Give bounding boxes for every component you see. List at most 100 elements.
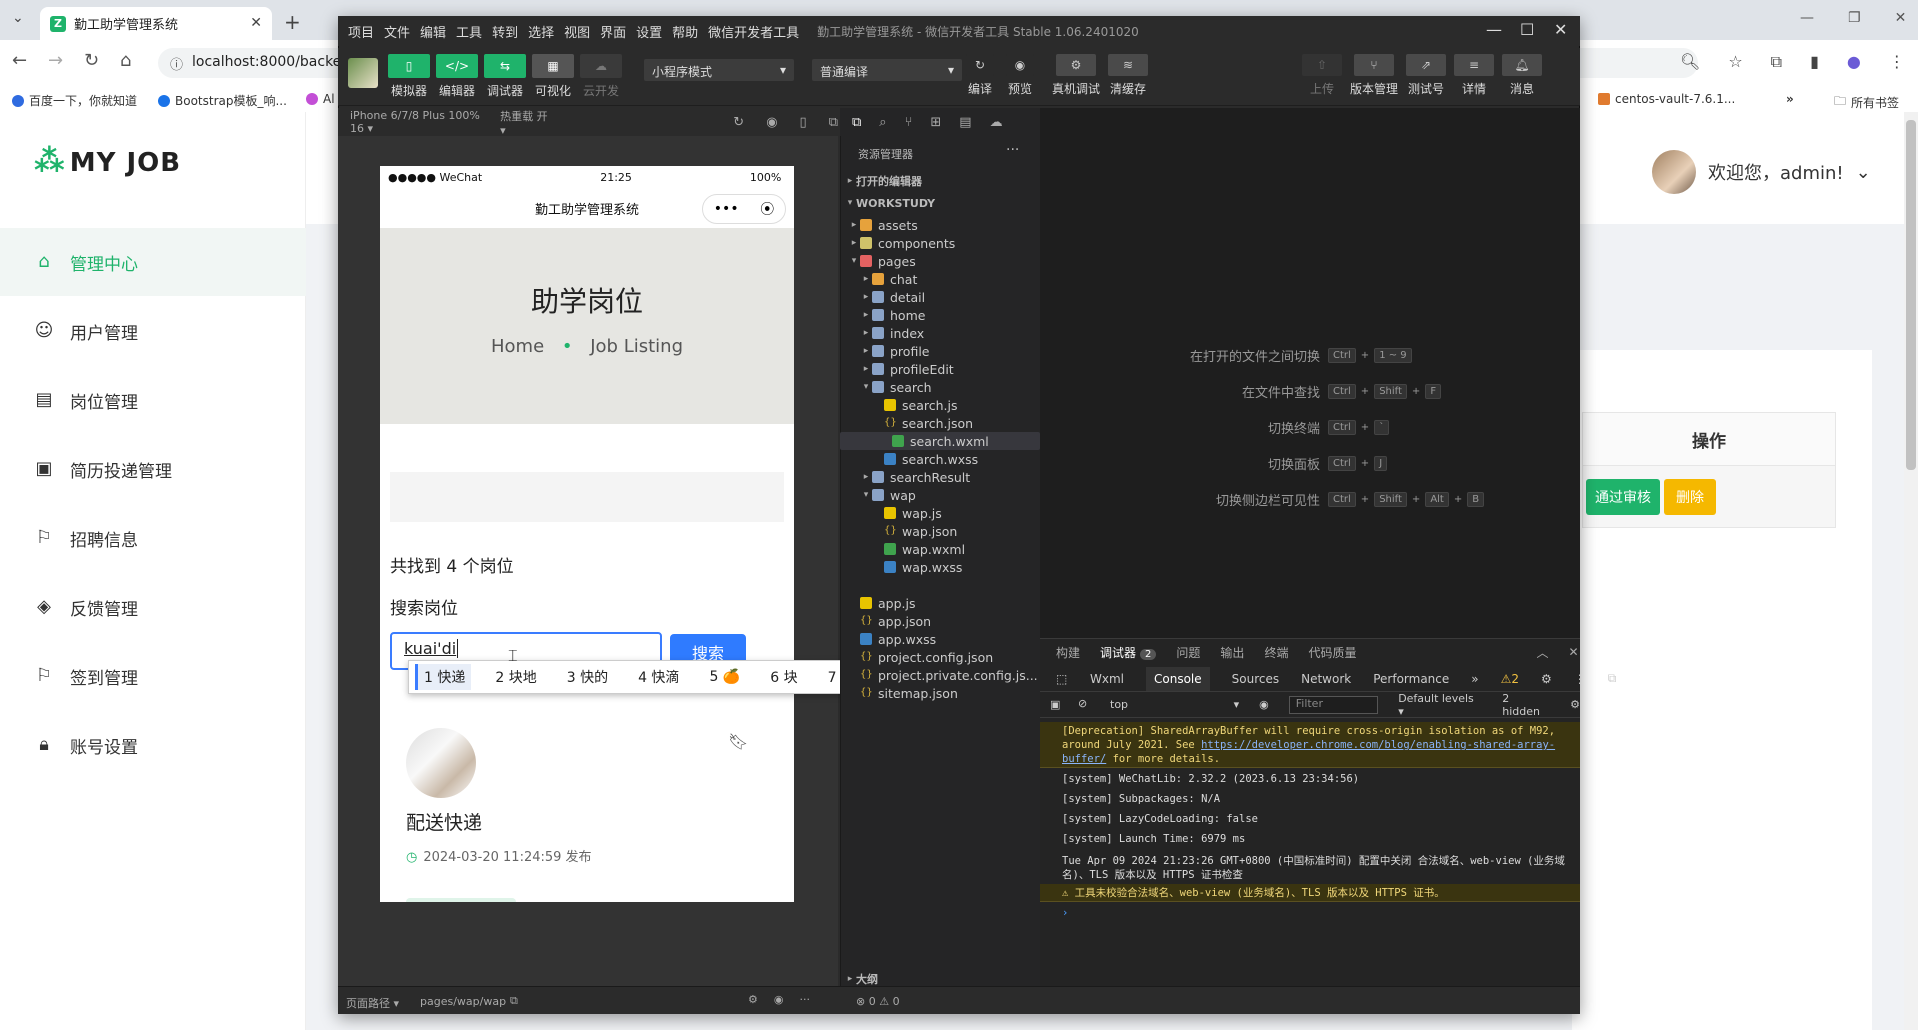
tab-issues[interactable]: 问题	[1176, 644, 1200, 661]
menu-help[interactable]: 帮助	[672, 22, 698, 41]
close-tab-icon[interactable]: ✕	[250, 15, 262, 31]
job-title[interactable]: 配送快递	[406, 808, 482, 835]
file-tree-item[interactable]: ▸ components	[840, 234, 1040, 252]
git-icon[interactable]: ⑂	[905, 115, 913, 130]
tab-wxml[interactable]: Wxml	[1090, 672, 1124, 686]
more-tabs-icon[interactable]: »	[1471, 672, 1478, 686]
editor-button[interactable]: </> 编辑器	[436, 54, 478, 99]
sidebar-item-checkin[interactable]: ⚐ 签到管理	[0, 642, 306, 710]
browser-tab[interactable]: Z 勤工助学管理系统 ✕	[40, 7, 272, 40]
tab-code-quality[interactable]: 代码质量	[1308, 644, 1356, 661]
compile-select[interactable]: 普通编译 ▾	[812, 59, 962, 81]
file-tree-item[interactable]: {} wap.json	[840, 522, 1040, 540]
maximize-icon[interactable]: ☐	[1520, 20, 1534, 39]
sidebar-item-recruit[interactable]: ⚐ 招聘信息	[0, 504, 306, 572]
sidebar-item-resumes[interactable]: ▣ 简历投递管理	[0, 435, 306, 503]
popout-icon[interactable]: ⧉	[829, 115, 838, 130]
tab-performance[interactable]: Performance	[1373, 672, 1449, 686]
new-tab-icon[interactable]: +	[284, 10, 301, 34]
more-icon[interactable]: ···	[799, 993, 810, 1006]
bug-icon[interactable]: ⚙	[748, 993, 758, 1006]
close-window-icon[interactable]: ✕	[1554, 20, 1567, 39]
page-path-label[interactable]: 页面路径 ▾	[346, 995, 399, 1011]
sidebar-item-users[interactable]: ☺ 用户管理	[0, 297, 306, 365]
bookmark-ai[interactable]: Al	[306, 92, 335, 106]
context-select[interactable]: top ▾	[1110, 698, 1239, 711]
all-bookmarks[interactable]: 🗀 所有书签	[1834, 92, 1899, 113]
file-tree-item[interactable]: {} project.private.config.js...	[840, 666, 1040, 684]
simulator-button[interactable]: ▯ 模拟器	[388, 54, 430, 99]
ime-candidate[interactable]: 3 快的	[561, 664, 614, 690]
phone-icon[interactable]: ▯	[800, 115, 807, 130]
close-circle-icon[interactable]: ⦿	[760, 199, 774, 219]
warning-count[interactable]: ⚠2	[1501, 672, 1519, 686]
cloud-button[interactable]: ☁ 云开发	[580, 54, 622, 99]
error-warning-count[interactable]: ⊗ 0 ⚠ 0	[856, 995, 900, 1008]
mode-select[interactable]: 小程序模式 ▾	[644, 59, 794, 81]
message-button[interactable]: 🔔︎ 消息	[1502, 54, 1542, 97]
extensions-icon[interactable]: ⊞	[930, 115, 941, 130]
file-tree-item[interactable]: search.wxss	[840, 450, 1040, 468]
visual-button[interactable]: ▦ 可视化	[532, 54, 574, 99]
console-prompt[interactable]: ›	[1040, 906, 1580, 920]
bookmark-icon[interactable]: 🔖︎	[728, 732, 748, 751]
file-tree-item[interactable]: app.js	[840, 594, 1040, 612]
eye-icon[interactable]: ◉	[774, 993, 784, 1006]
ime-candidate[interactable]: 4 快滴	[632, 664, 685, 690]
test-account-button[interactable]: ⇗ 测试号	[1406, 54, 1446, 97]
bookmark-centos[interactable]: centos-vault-7.6.1...	[1598, 92, 1735, 106]
menu-wechat-devtools[interactable]: 微信开发者工具	[708, 22, 799, 41]
more-icon[interactable]: ···	[1006, 142, 1019, 158]
file-tree-item[interactable]: ▾ wap	[840, 486, 1040, 504]
file-tree-item[interactable]: search.wxml	[840, 432, 1040, 450]
kebab-icon[interactable]: ⋮	[1574, 672, 1586, 686]
gear-icon[interactable]: ⚙	[1541, 672, 1552, 686]
sidebar-toggle-icon[interactable]: ▣	[1050, 698, 1060, 711]
tab-network[interactable]: Network	[1301, 672, 1351, 686]
file-tree-item[interactable]: ▸ assets	[840, 216, 1040, 234]
menu-edit[interactable]: 编辑	[420, 22, 446, 41]
clear-cache-button[interactable]: ≋ 清缓存	[1108, 54, 1148, 97]
debugger-button[interactable]: ⇆ 调试器	[484, 54, 526, 99]
user-menu[interactable]: 欢迎您，admin! ⌄	[1652, 150, 1871, 194]
extensions-icon[interactable]: ⧉	[1771, 52, 1782, 72]
copy-icon[interactable]: ⧉	[510, 994, 518, 1008]
breadcrumb-home[interactable]: Home	[491, 336, 544, 357]
more-bookmarks-icon[interactable]: »	[1786, 92, 1794, 106]
close-panel-icon[interactable]: ✕	[1568, 645, 1578, 659]
minimize-icon[interactable]: —	[1486, 20, 1502, 39]
file-tree-item[interactable]: search.js	[840, 396, 1040, 414]
preview-button[interactable]: ◉ 预览	[1006, 54, 1034, 97]
search-icon[interactable]: ⌕	[879, 115, 886, 130]
file-tree-item[interactable]: ▸ searchResult	[840, 468, 1040, 486]
tab-terminal[interactable]: 终端	[1264, 644, 1288, 661]
profile-icon[interactable]: ●	[1847, 52, 1861, 72]
close-window-icon[interactable]: ✕	[1895, 10, 1907, 26]
sidebar-item-dashboard[interactable]: ⌂ 管理中心	[0, 228, 306, 296]
device-select[interactable]: iPhone 6/7/8 Plus 100% 16 ▾	[350, 109, 486, 135]
version-button[interactable]: ⑂ 版本管理	[1350, 54, 1398, 97]
tab-debugger[interactable]: 调试器 2	[1100, 644, 1157, 661]
file-tree-item[interactable]: wap.js	[840, 504, 1040, 522]
more-dots-icon[interactable]: •••	[714, 201, 739, 217]
open-editors-section[interactable]: ▸ 打开的编辑器	[840, 170, 1040, 192]
site-info-icon[interactable]: ⓘ	[170, 54, 183, 73]
inspect-icon[interactable]: ⬚	[1056, 672, 1067, 686]
file-tree-item[interactable]: ▸ detail	[840, 288, 1040, 306]
ime-candidate[interactable]: 1 快递	[415, 664, 472, 690]
levels-select[interactable]: Default levels ▾	[1398, 692, 1482, 718]
workspace-section[interactable]: ▾ WORKSTUDY	[840, 192, 1040, 214]
file-tree-item[interactable]: ▾ search	[840, 378, 1040, 396]
clear-console-icon[interactable]: ⊘	[1078, 697, 1087, 710]
ime-candidate[interactable]: 5 🍊	[703, 666, 746, 688]
file-tree-item[interactable]: ▸ home	[840, 306, 1040, 324]
menu-project[interactable]: 项目	[348, 22, 374, 41]
upload-button[interactable]: ⇧ 上传	[1302, 54, 1342, 97]
home-icon[interactable]: ⌂	[120, 50, 131, 71]
sidebar-item-feedback[interactable]: ◈ 反馈管理	[0, 573, 306, 641]
menu-view[interactable]: 视图	[564, 22, 590, 41]
rotate-icon[interactable]: ↻	[733, 115, 744, 130]
reload-icon[interactable]: ↻	[84, 50, 99, 71]
file-tree-item[interactable]: wap.wxml	[840, 540, 1040, 558]
file-tree-item[interactable]: ▸ profileEdit	[840, 360, 1040, 378]
